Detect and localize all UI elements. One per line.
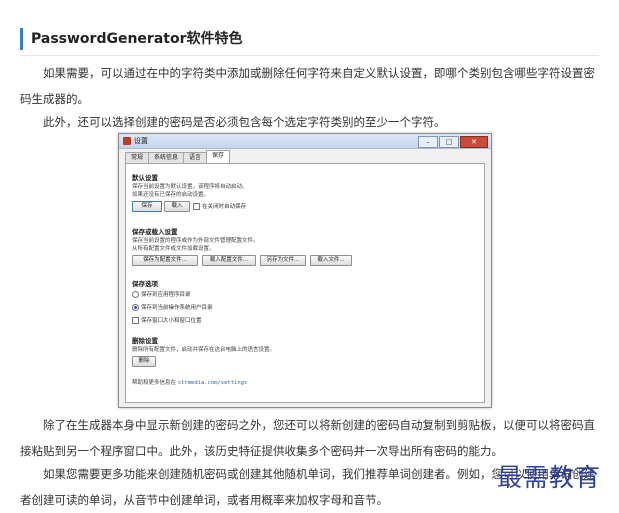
watermark-logo: 最需教育 xyxy=(497,463,602,492)
default-settings-desc-2: 如果还没有已保存的启动设置。 xyxy=(132,192,210,198)
save-load-title: 保存或载入设置 xyxy=(132,228,178,236)
save-as-profile-button: 保存为配置文件... xyxy=(132,255,198,266)
heading-divider xyxy=(20,55,599,56)
settings-dialog-screenshot: 设置 – □ ✕ 常规 系统信息 语言 保存 默认设置 保存当前设置为默认设置，… xyxy=(118,133,492,408)
radio-app-directory-label: 保存到应用程序目录 xyxy=(141,292,191,298)
save-window-checkbox xyxy=(132,317,139,324)
default-settings-title: 默认设置 xyxy=(132,174,158,182)
save-load-desc-1: 保存当前设置的程序或作为外部文件管理配置文件。 xyxy=(132,238,259,244)
load-button: 载入 xyxy=(164,201,190,212)
dialog-title: 设置 xyxy=(134,137,148,145)
load-file-button: 载入文件... xyxy=(310,255,352,266)
help-text: 帮助和更多信息在 xyxy=(132,380,177,386)
tab-save: 保存 xyxy=(206,150,231,163)
save-as-file-button: 另存为文件... xyxy=(260,255,306,266)
load-profile-button: 载入配置文件... xyxy=(202,255,256,266)
radio-user-directory xyxy=(132,304,139,311)
autosave-checkbox xyxy=(193,203,200,210)
paragraph-character-class: 此外，还可以选择创建的密码是否必须包含每个选定字符类别的至少一个字符。 xyxy=(43,115,446,129)
save-tab-panel: 默认设置 保存当前设置为默认设置，该程序将自动启动。 如果还没有已保存的启动设置… xyxy=(125,163,485,403)
tab-language: 语言 xyxy=(183,152,208,163)
save-load-desc-2: 从所有配置文件或文件加载设置。 xyxy=(132,246,215,252)
minimize-icon: – xyxy=(418,136,438,148)
save-options-title: 保存选项 xyxy=(132,280,158,288)
delete-settings-desc: 删除所有配置文件，启动并保存在这台电脑上的语言设置。 xyxy=(132,347,276,353)
radio-app-directory xyxy=(132,291,139,298)
dialog-tabs: 常规 系统信息 语言 保存 xyxy=(125,150,231,163)
delete-settings-title: 删除设置 xyxy=(132,337,158,345)
save-window-label: 保存窗口大小和窗口位置 xyxy=(141,318,202,324)
paragraph-customize: 如果需要，可以通过在中的字符类中添加或删除任何字符来自定义默认设置，即哪个类别包… xyxy=(20,66,595,106)
tab-general: 常规 xyxy=(125,152,150,163)
paragraph-clipboard: 除了在生成器本身中显示新创建的密码之外，您还可以将新创建的密码自动复制到剪贴板，… xyxy=(20,418,595,458)
close-icon: ✕ xyxy=(460,136,488,148)
help-line: 帮助和更多信息在 sttmedia.com/settings xyxy=(132,378,247,386)
section-heading: PasswordGenerator软件特色 xyxy=(20,28,243,50)
app-icon xyxy=(123,137,131,145)
save-button: 保存 xyxy=(132,201,162,212)
autosave-label: 在关闭时自动保存 xyxy=(202,204,247,210)
tab-system-info: 系统信息 xyxy=(148,152,185,163)
default-settings-desc-1: 保存当前设置为默认设置，该程序将自动启动。 xyxy=(132,184,248,190)
maximize-icon: □ xyxy=(439,136,459,148)
help-link: sttmedia.com/settings xyxy=(177,380,248,386)
dialog-titlebar: 设置 – □ ✕ xyxy=(119,134,491,149)
radio-user-directory-label: 保存到当前操作系统用户目录 xyxy=(141,305,213,311)
delete-button: 删除 xyxy=(132,356,156,367)
